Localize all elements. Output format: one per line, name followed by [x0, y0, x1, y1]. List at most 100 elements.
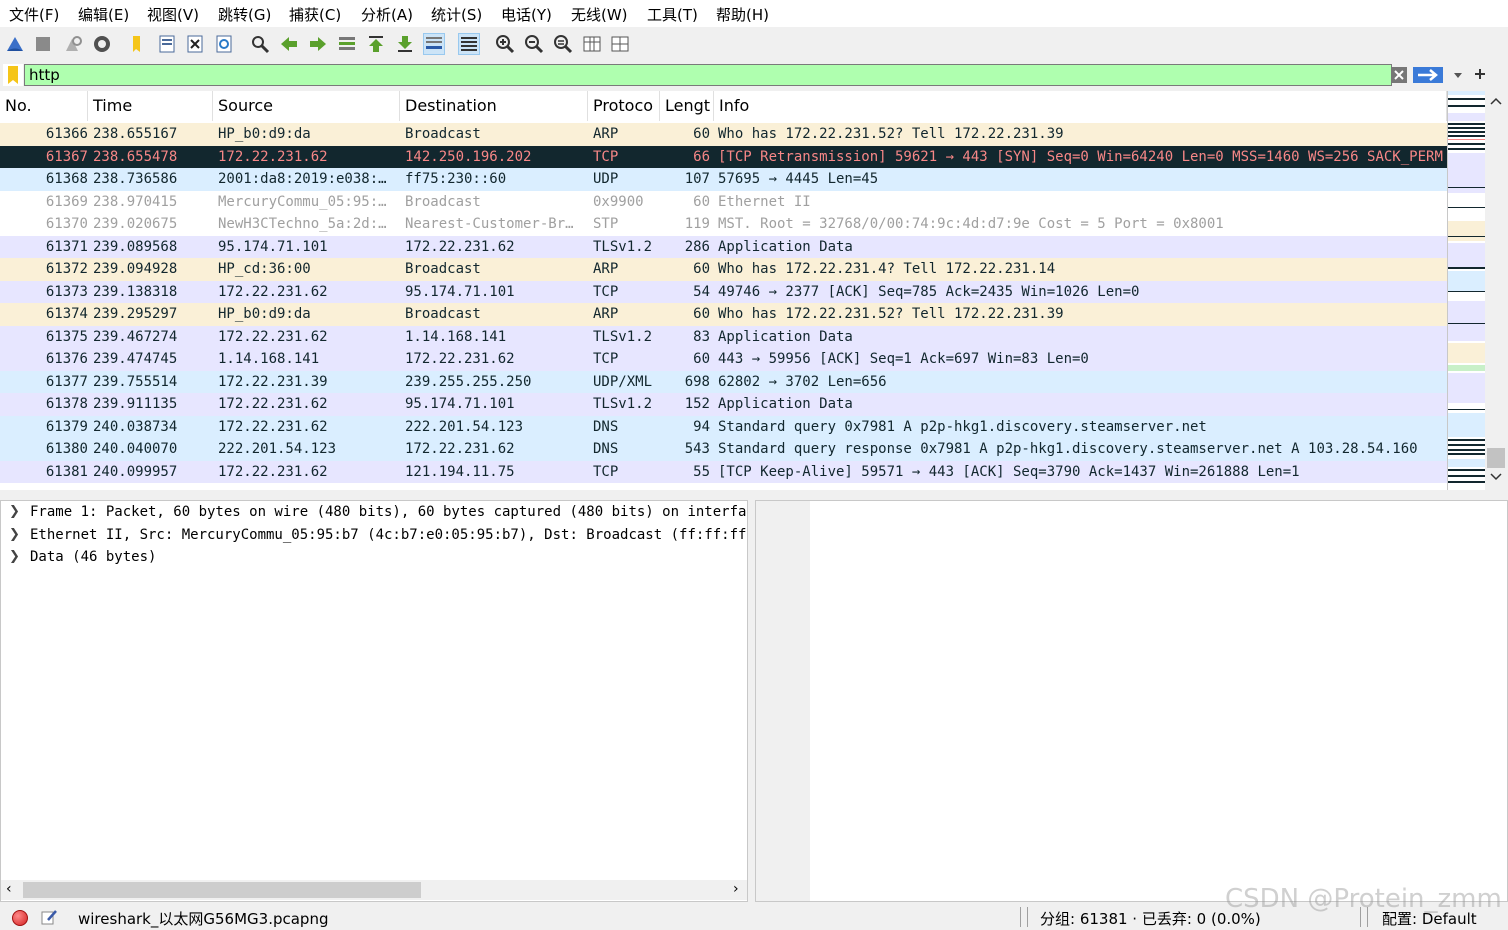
cell-info: MST. Root = 32768/0/00:74:9c:4d:d7:9e Co…	[718, 216, 1224, 232]
capture-options-icon[interactable]	[92, 34, 112, 54]
packet-details-panel: ❯ Frame 1: Packet, 60 bytes on wire (480…	[0, 500, 748, 902]
bookmark-icon[interactable]	[3, 64, 23, 86]
scrollbar-thumb[interactable]	[1487, 448, 1505, 468]
column-length[interactable]: Lengt	[660, 91, 714, 121]
menu-tools[interactable]: 工具(T)	[647, 4, 698, 25]
menu-help[interactable]: 帮助(H)	[716, 4, 769, 25]
detail-data-row[interactable]: ❯ Data (46 bytes)	[1, 546, 747, 569]
go-forward-icon[interactable]	[308, 34, 328, 54]
cell-length: 286	[684, 238, 710, 255]
table-row[interactable]: 61371 239.089568 95.174.71.101 172.22.231.6…	[0, 235, 1447, 258]
packet-bytes-panel	[755, 500, 1508, 902]
last-packet-icon[interactable]	[395, 34, 415, 54]
close-file-icon[interactable]	[185, 34, 205, 54]
resize-columns-icon[interactable]	[582, 34, 602, 54]
first-packet-icon[interactable]	[366, 34, 386, 54]
table-row[interactable]: 61380 240.040070 222.201.54.123 172.22.231.…	[0, 438, 1447, 461]
table-row[interactable]: 61377 239.755514 172.22.231.39 239.255.255.…	[0, 370, 1447, 393]
cell-source: 172.22.231.62	[218, 463, 328, 480]
table-row[interactable]: 61379 240.038734 172.22.231.62 222.201.54.1…	[0, 415, 1447, 438]
cell-no: 61376	[45, 351, 88, 367]
table-row[interactable]: 61381 240.099957 172.22.231.62 121.194.11.7…	[0, 460, 1447, 483]
cell-no: 61381	[45, 463, 88, 480]
restart-capture-icon[interactable]	[63, 34, 83, 54]
filter-history-dropdown-icon[interactable]	[1450, 67, 1466, 83]
go-to-packet-icon[interactable]	[337, 34, 357, 54]
layout-icon[interactable]	[610, 34, 630, 54]
scroll-left-icon[interactable]: ‹	[6, 881, 12, 897]
table-row[interactable]: 61376 239.474745 1.14.168.141 172.22.231.62…	[0, 348, 1447, 371]
expert-info-icon[interactable]	[12, 910, 28, 926]
table-row[interactable]: 61368 238.736586 2001:da8:2019:e038:… ff75:…	[0, 168, 1447, 191]
column-protocol[interactable]: Protoco	[588, 91, 660, 121]
zoom-in-icon[interactable]	[495, 34, 515, 54]
cell-length: 55	[693, 463, 710, 480]
scroll-down-icon[interactable]	[1489, 471, 1503, 485]
menu-file[interactable]: 文件(F)	[9, 4, 59, 25]
expand-arrow-icon[interactable]: ❯	[9, 546, 20, 568]
menu-telephony[interactable]: 电话(Y)	[501, 4, 552, 25]
detail-frame-row[interactable]: ❯ Frame 1: Packet, 60 bytes on wire (480…	[1, 501, 748, 524]
find-packet-icon[interactable]	[250, 34, 270, 54]
stop-icon[interactable]	[33, 34, 53, 54]
cell-time: 238.655478	[93, 148, 178, 165]
table-row[interactable]: 61370 239.020675 NewH3CTechno_5a:2d:… Neare…	[0, 213, 1447, 236]
details-horizontal-scrollbar[interactable]: ‹ ›	[1, 880, 747, 900]
table-row[interactable]: 61378 239.911135 172.22.231.62 95.174.71.10…	[0, 393, 1447, 416]
column-no[interactable]: No.	[0, 91, 88, 121]
cell-no: 61368	[45, 171, 88, 187]
table-row[interactable]: 61367 238.655478 172.22.231.62 142.250.196.…	[0, 145, 1447, 168]
menu-edit[interactable]: 编辑(E)	[78, 4, 129, 25]
detail-ethernet-row[interactable]: ❯ Ethernet II, Src: MercuryCommu_05:95:b…	[1, 524, 747, 547]
expand-arrow-icon[interactable]: ❯	[9, 501, 20, 523]
go-back-icon[interactable]	[279, 34, 299, 54]
menu-wireless[interactable]: 无线(W)	[571, 4, 628, 25]
table-row[interactable]: 61372 239.094928 HP_cd:36:00 Broadcast ARP 60…	[0, 258, 1447, 281]
menu-statistics[interactable]: 统计(S)	[431, 4, 482, 25]
cell-time: 239.474745	[93, 351, 178, 367]
open-file-icon[interactable]	[128, 34, 148, 54]
pane-splitter[interactable]	[0, 490, 1508, 500]
display-filter-input[interactable]: http	[24, 64, 1392, 86]
reload-file-icon[interactable]	[214, 34, 234, 54]
menu-analyze[interactable]: 分析(A)	[361, 4, 413, 25]
save-file-icon[interactable]	[157, 34, 177, 54]
cell-length: 543	[684, 441, 710, 457]
table-row[interactable]: 61375 239.467274 172.22.231.62 1.14.168.141…	[0, 325, 1447, 348]
shark-fin-start-icon[interactable]	[5, 34, 25, 54]
packet-list-vertical-scrollbar[interactable]	[1485, 91, 1508, 490]
cell-source: MercuryCommu_05:95:…	[218, 193, 387, 210]
cell-length: 60	[693, 261, 710, 277]
table-row[interactable]: 61373 239.138318 172.22.231.62 95.174.71.10…	[0, 280, 1447, 303]
cell-destination: Nearest-Customer-Br…	[405, 216, 574, 232]
column-time[interactable]: Time	[88, 91, 213, 121]
packet-minimap[interactable]	[1447, 91, 1486, 490]
menu-go[interactable]: 跳转(G)	[218, 4, 271, 25]
column-destination[interactable]: Destination	[400, 91, 588, 121]
detail-frame-text: Frame 1: Packet, 60 bytes on wire (480 b…	[30, 504, 748, 520]
auto-scroll-icon[interactable]	[423, 33, 445, 55]
scrollbar-thumb[interactable]	[23, 882, 421, 898]
apply-filter-icon[interactable]	[1413, 67, 1443, 83]
colorize-icon[interactable]	[458, 33, 480, 55]
cell-info: Who has 172.22.231.52? Tell 172.22.231.3…	[718, 126, 1064, 142]
scroll-up-icon[interactable]	[1489, 95, 1503, 109]
table-row[interactable]: 61369 238.970415 MercuryCommu_05:95:… Broad…	[0, 190, 1447, 213]
cell-source: 172.22.231.39	[218, 373, 328, 390]
cell-protocol: UDP/XML	[593, 373, 653, 390]
add-filter-button-icon[interactable]	[1472, 64, 1488, 84]
zoom-out-icon[interactable]	[524, 34, 544, 54]
menu-view[interactable]: 视图(V)	[147, 4, 199, 25]
table-row[interactable]: 61366 238.655167 HP_b0:d9:da Broadcast ARP 60…	[0, 123, 1447, 146]
table-row[interactable]: 61374 239.295297 HP_b0:d9:da Broadcast ARP 60…	[0, 303, 1447, 326]
menu-capture[interactable]: 捕获(C)	[289, 4, 341, 25]
cell-time: 239.138318	[93, 283, 178, 300]
normal-size-icon[interactable]	[553, 34, 573, 54]
column-source[interactable]: Source	[213, 91, 400, 121]
scroll-right-icon[interactable]: ›	[733, 881, 739, 897]
expand-arrow-icon[interactable]: ❯	[9, 524, 20, 546]
capture-comment-icon[interactable]	[40, 908, 58, 926]
cell-length: 60	[693, 193, 710, 210]
clear-filter-icon[interactable]	[1391, 67, 1407, 83]
column-info[interactable]: Info	[714, 91, 1447, 121]
